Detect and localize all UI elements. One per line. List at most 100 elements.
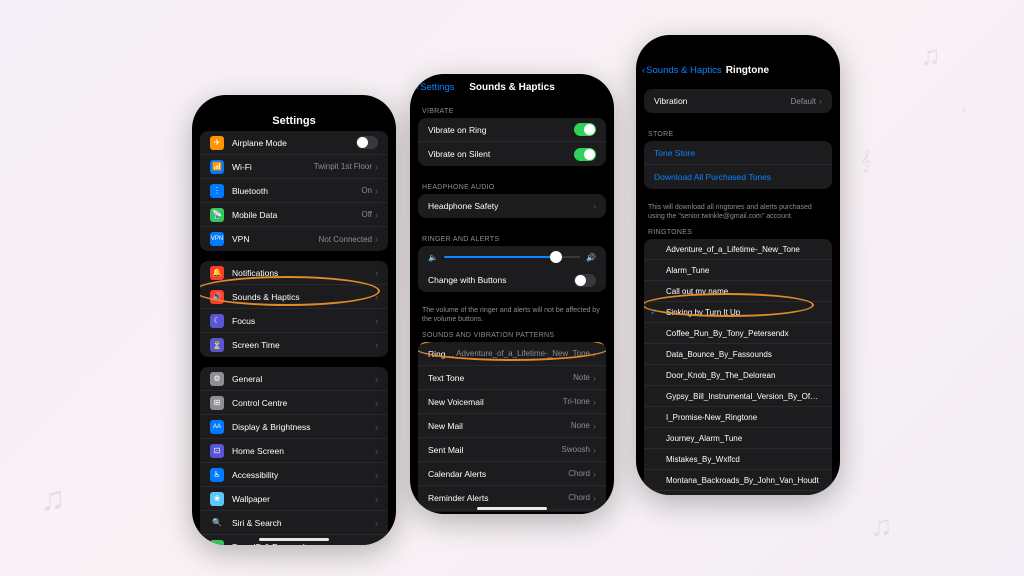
row-text-tone[interactable]: Text ToneNote› xyxy=(418,366,606,390)
row-vibration[interactable]: Vibration Default › xyxy=(644,89,832,113)
app-icon: ♿︎ xyxy=(210,468,224,482)
chevron-right-icon: › xyxy=(819,96,822,106)
row-vibrate-on-ring[interactable]: Vibrate on Ring xyxy=(418,118,606,142)
row-ringtone[interactable]: RingtoneAdventure_of_a_Lifetime-_New_Ton… xyxy=(418,342,606,366)
label: Reminder Alerts xyxy=(428,493,568,503)
app-icon: ☾ xyxy=(210,314,224,328)
row-door-knob-by-the-delorean[interactable]: Door_Knob_By_The_Delorean xyxy=(644,365,832,386)
value: Chord xyxy=(568,493,590,502)
label: Download All Purchased Tones xyxy=(654,172,822,182)
volume-slider[interactable] xyxy=(444,256,580,258)
volume-low-icon: 🔈 xyxy=(428,253,438,262)
label: Display & Brightness xyxy=(232,422,375,432)
music-note-icon: ♫ xyxy=(920,40,941,72)
app-icon: 🔊 xyxy=(210,290,224,304)
section-sounds: SOUNDS AND VIBRATION PATTERNS xyxy=(410,324,614,342)
row-adventure-of-a-lifetime-new-to[interactable]: Adventure_of_a_Lifetime-_New_Tone xyxy=(644,239,832,260)
store-note: This will download all ringtones and ale… xyxy=(636,199,840,221)
row-sent-mail[interactable]: Sent MailSwoosh› xyxy=(418,438,606,462)
label: Wallpaper xyxy=(232,494,375,504)
row-download-all-purchased-tones[interactable]: Download All Purchased Tones xyxy=(644,165,832,189)
chevron-right-icon: › xyxy=(375,210,378,220)
chevron-right-icon: › xyxy=(375,268,378,278)
value: Twinpit 1st Floor xyxy=(314,162,372,171)
row-bluetooth[interactable]: ⋮BluetoothOn› xyxy=(200,179,388,203)
page-title: Sounds & Haptics xyxy=(410,82,614,93)
chevron-right-icon: › xyxy=(375,340,378,350)
label: Sent Mail xyxy=(428,445,562,455)
label: Vibrate on Ring xyxy=(428,125,574,135)
home-indicator[interactable] xyxy=(259,538,329,541)
row-calendar-alerts[interactable]: Calendar AlertsChord› xyxy=(418,462,606,486)
volume-slider-row: 🔈 🔊 xyxy=(418,246,606,268)
chevron-right-icon: › xyxy=(375,186,378,196)
app-icon: 📶 xyxy=(210,160,224,174)
row-sounds-haptics[interactable]: 🔊Sounds & Haptics› xyxy=(200,285,388,309)
toggle[interactable] xyxy=(574,148,596,161)
app-icon: 📡 xyxy=(210,208,224,222)
row-notifications[interactable]: 🔔Notifications› xyxy=(200,261,388,285)
row-data-bounce-by-fassounds[interactable]: Data_Bounce_By_Fassounds xyxy=(644,344,832,365)
row-montana-backroads-by-john-van-[interactable]: Montana_Backroads_By_John_Van_Houdt xyxy=(644,470,832,491)
row-music-by-rsrb-aubion-2[interactable]: Music_By_RSRB_Aubion_2 xyxy=(644,491,832,495)
label: Control Centre xyxy=(232,398,375,408)
phone-ringtone: ‹ Sounds & Haptics Ringtone Vibration De… xyxy=(636,35,840,495)
row-mistakes-by-wxlfcd[interactable]: Mistakes_By_Wxlfcd xyxy=(644,449,832,470)
toggle[interactable] xyxy=(356,136,378,149)
chevron-right-icon: › xyxy=(593,493,596,503)
row-airdrop[interactable]: AirDropPulse› xyxy=(418,510,606,512)
section-store: STORE xyxy=(636,123,840,141)
row-call-out-my-name[interactable]: Call out my name xyxy=(644,281,832,302)
back-button[interactable]: ‹ Sounds & Haptics xyxy=(642,65,722,76)
label: Tone Store xyxy=(654,148,822,158)
label: Calendar Alerts xyxy=(428,469,568,479)
app-icon: 🔍 xyxy=(210,516,224,530)
chevron-right-icon: › xyxy=(375,162,378,172)
label: Bluetooth xyxy=(232,186,361,196)
row-vpn[interactable]: VPNVPNNot Connected› xyxy=(200,227,388,251)
row-control-centre[interactable]: ⊞Control Centre› xyxy=(200,391,388,415)
row-new-voicemail[interactable]: New VoicemailTri-tone› xyxy=(418,390,606,414)
label: Wi-Fi xyxy=(232,162,314,172)
label: Vibration xyxy=(654,96,791,106)
row-general[interactable]: ⚙︎General› xyxy=(200,367,388,391)
app-icon: ⊞ xyxy=(210,396,224,410)
row-focus[interactable]: ☾ Focus› xyxy=(200,309,388,333)
row-change-with-buttons[interactable]: Change with Buttons xyxy=(418,268,606,292)
row-coffee-run-by-tony-petersendx[interactable]: Coffee_Run_By_Tony_Petersendx xyxy=(644,323,832,344)
row-siri-search[interactable]: 🔍Siri & Search› xyxy=(200,511,388,535)
row-wallpaper[interactable]: ❀Wallpaper› xyxy=(200,487,388,511)
chevron-right-icon: › xyxy=(375,316,378,326)
label: Door_Knob_By_The_Delorean xyxy=(666,371,822,380)
chevron-right-icon: › xyxy=(375,422,378,432)
row-wi-fi[interactable]: 📶 Wi-FiTwinpit 1st Floor› xyxy=(200,155,388,179)
home-indicator[interactable] xyxy=(477,507,547,510)
row-mobile-data[interactable]: 📡Mobile DataOff› xyxy=(200,203,388,227)
row-new-mail[interactable]: New MailNone› xyxy=(418,414,606,438)
label: Montana_Backroads_By_John_Van_Houdt xyxy=(666,476,822,485)
label: Text Tone xyxy=(428,373,573,383)
value: Note xyxy=(573,373,590,382)
label: New Voicemail xyxy=(428,397,563,407)
row-journey-alarm-tune[interactable]: Journey_Alarm_Tune xyxy=(644,428,832,449)
row-alarm-tune[interactable]: Alarm_Tune xyxy=(644,260,832,281)
toggle[interactable] xyxy=(574,123,596,136)
chevron-right-icon: › xyxy=(375,542,378,545)
row-i-promise-new-ringtone[interactable]: I_Promise-New_Ringtone xyxy=(644,407,832,428)
row-sinking-by-turn-it-up[interactable]: ✓Sinking by Turn It Up xyxy=(644,302,832,323)
row-home-screen[interactable]: ⊡Home Screen› xyxy=(200,439,388,463)
row-vibrate-on-silent[interactable]: Vibrate on Silent xyxy=(418,142,606,166)
toggle-change-buttons[interactable] xyxy=(574,274,596,287)
row-display-brightness[interactable]: AADisplay & Brightness› xyxy=(200,415,388,439)
row-screen-time[interactable]: ⏳Screen Time› xyxy=(200,333,388,357)
chevron-left-icon: ‹ xyxy=(642,65,645,76)
row-headphone-safety[interactable]: Headphone Safety › xyxy=(418,194,606,218)
value: Default xyxy=(791,97,816,106)
chevron-right-icon: › xyxy=(593,201,596,211)
row-gypsy-bill-instrumental-versio[interactable]: Gypsy_Bill_Instrumental_Version_By_Ofor_… xyxy=(644,386,832,407)
row-airplane-mode[interactable]: ✈︎Airplane Mode xyxy=(200,131,388,155)
section-ringtones: RINGTONES xyxy=(636,221,840,239)
label: Focus xyxy=(232,316,375,326)
row-accessibility[interactable]: ♿︎Accessibility› xyxy=(200,463,388,487)
row-tone-store[interactable]: Tone Store xyxy=(644,141,832,165)
